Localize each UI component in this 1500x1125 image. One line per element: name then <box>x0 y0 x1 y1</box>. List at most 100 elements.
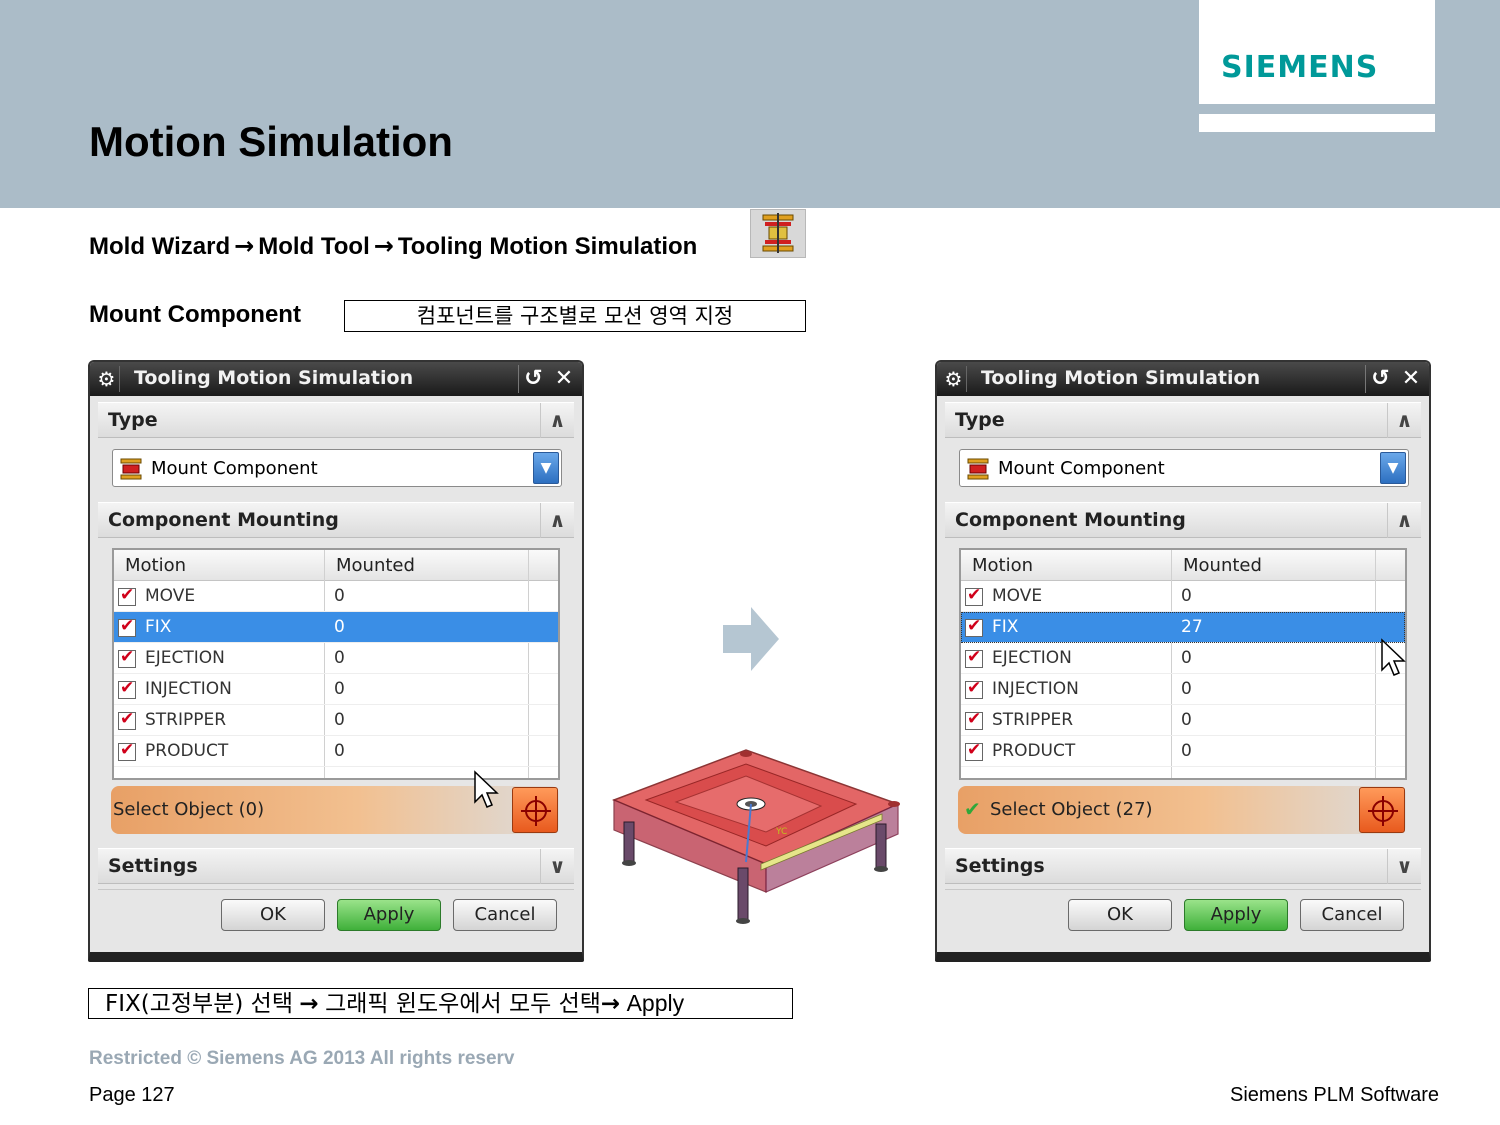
reset-icon[interactable]: ↺ <box>518 365 548 393</box>
table-row[interactable]: PRODUCT 0 <box>114 736 558 767</box>
mount-component-label: Mount Component <box>89 301 301 328</box>
cancel-button[interactable]: Cancel <box>1300 899 1404 931</box>
mount-component-note: 컴포넌트를 구조별로 모션 영역 지정 <box>344 300 806 332</box>
section-label: Type <box>108 409 158 431</box>
type-dropdown-value: Mount Component <box>998 458 1165 479</box>
mouse-cursor-icon <box>1381 638 1406 676</box>
checkbox[interactable] <box>965 585 983 606</box>
table-row[interactable]: MOVE 0 <box>114 581 558 612</box>
type-dropdown[interactable]: Mount Component ▼ <box>959 449 1409 487</box>
type-dropdown[interactable]: Mount Component ▼ <box>112 449 562 487</box>
row-motion: INJECTION <box>992 679 1079 699</box>
chevron-up-icon[interactable]: ∧ <box>1387 403 1421 438</box>
row-mounted: 0 <box>1181 679 1192 699</box>
chevron-up-icon[interactable]: ∧ <box>540 503 574 538</box>
apply-button[interactable]: Apply <box>337 899 441 931</box>
tooling-motion-icon[interactable] <box>750 209 806 258</box>
section-label: Settings <box>955 855 1045 877</box>
menu-item-tooling-motion: Tooling Motion Simulation <box>397 233 698 260</box>
checkbox[interactable] <box>118 585 136 606</box>
select-object-bar[interactable]: ✔ Select Object (27) <box>958 786 1406 834</box>
tooling-motion-dialog-before: ⚙ Tooling Motion Simulation ↺ ✕ Type ∧ M… <box>88 360 584 962</box>
menu-item-mold-wizard: Mold Wizard <box>89 233 231 260</box>
crosshair-select-button[interactable] <box>512 787 558 833</box>
table-row[interactable]: STRIPPER 0 <box>114 705 558 736</box>
footer-copyright: Restricted © Siemens AG 2013 All rights … <box>89 1048 515 1069</box>
row-motion: INJECTION <box>145 679 232 699</box>
menu-item-mold-tool: Mold Tool <box>258 233 370 260</box>
settings-section-header[interactable]: Settings ∨ <box>98 848 574 884</box>
table-row[interactable]: INJECTION 0 <box>961 674 1405 705</box>
ok-button[interactable]: OK <box>221 899 325 931</box>
instruction-step-1: FIX(고정부분) 선택 <box>105 991 293 1017</box>
checkbox[interactable] <box>965 709 983 730</box>
row-motion: PRODUCT <box>992 741 1076 761</box>
gear-icon[interactable]: ⚙ <box>941 366 967 392</box>
type-dropdown-value: Mount Component <box>151 458 318 479</box>
row-mounted: 0 <box>334 741 345 761</box>
dialog-title-bar: ⚙ Tooling Motion Simulation ↺ ✕ <box>90 362 582 396</box>
settings-section-header[interactable]: Settings ∨ <box>945 848 1421 884</box>
table-row[interactable]: EJECTION 0 <box>114 643 558 674</box>
instruction-box: FIX(고정부분) 선택 → 그래픽 윈도우에서 모두 선택→ Apply <box>88 988 793 1019</box>
arrow-separator: → <box>373 232 394 260</box>
column-motion[interactable]: Motion <box>972 555 1033 576</box>
table-row[interactable]: MOVE 0 <box>961 581 1405 612</box>
model-axis-label: YC <box>775 827 787 837</box>
chevron-up-icon[interactable]: ∧ <box>540 403 574 438</box>
select-object-label: Select Object (0) <box>113 799 265 820</box>
checkbox[interactable] <box>118 616 136 637</box>
type-section-header[interactable]: Type ∧ <box>945 402 1421 438</box>
ok-button[interactable]: OK <box>1068 899 1172 931</box>
cancel-button[interactable]: Cancel <box>453 899 557 931</box>
arrow-right-icon <box>723 607 779 671</box>
motion-table: Motion Mounted MOVE 0 FIX 27 EJECTION 0 INJ… <box>959 548 1407 780</box>
checkbox[interactable] <box>118 740 136 761</box>
column-mounted[interactable]: Mounted <box>336 555 415 576</box>
apply-button[interactable]: Apply <box>1184 899 1288 931</box>
chevron-down-icon[interactable]: ▼ <box>1380 452 1406 484</box>
crosshair-select-button[interactable] <box>1359 787 1405 833</box>
table-row[interactable]: FIX 27 <box>961 612 1405 643</box>
close-icon[interactable]: ✕ <box>550 365 578 393</box>
checkbox[interactable] <box>965 647 983 668</box>
type-section-header[interactable]: Type ∧ <box>98 402 574 438</box>
component-mounting-section-header[interactable]: Component Mounting ∧ <box>945 502 1421 538</box>
gear-icon[interactable]: ⚙ <box>94 366 120 392</box>
checkbox[interactable] <box>965 740 983 761</box>
chevron-down-icon[interactable]: ∨ <box>540 849 574 884</box>
row-motion: FIX <box>145 617 172 637</box>
table-header: Motion Mounted <box>961 550 1405 581</box>
motion-table: Motion Mounted MOVE 0 FIX 0 EJECTION 0 INJE… <box>112 548 560 780</box>
section-label: Component Mounting <box>955 509 1186 531</box>
column-motion[interactable]: Motion <box>125 555 186 576</box>
row-motion: PRODUCT <box>145 741 229 761</box>
checkbox[interactable] <box>118 709 136 730</box>
mount-component-icon <box>120 458 142 480</box>
chevron-down-icon[interactable]: ▼ <box>533 452 559 484</box>
chevron-down-icon[interactable]: ∨ <box>1387 849 1421 884</box>
row-motion: MOVE <box>145 586 196 606</box>
reset-icon[interactable]: ↺ <box>1365 365 1395 393</box>
table-row[interactable]: INJECTION 0 <box>114 674 558 705</box>
table-row[interactable]: FIX 0 <box>114 612 558 643</box>
row-mounted: 0 <box>1181 741 1192 761</box>
chevron-up-icon[interactable]: ∧ <box>1387 503 1421 538</box>
row-mounted: 0 <box>334 648 345 668</box>
table-row[interactable]: EJECTION 0 <box>961 643 1405 674</box>
row-motion: EJECTION <box>992 648 1072 668</box>
checkbox[interactable] <box>965 616 983 637</box>
table-row[interactable]: STRIPPER 0 <box>961 705 1405 736</box>
table-row[interactable]: PRODUCT 0 <box>961 736 1405 767</box>
checkbox[interactable] <box>965 678 983 699</box>
component-mounting-section-header[interactable]: Component Mounting ∧ <box>98 502 574 538</box>
menu-path: Mold Wizard → Mold Tool → Tooling Motion Sim… <box>89 232 697 261</box>
checkbox[interactable] <box>118 647 136 668</box>
mold-assembly-image: YC <box>611 749 901 924</box>
siemens-logo: SIEMENS <box>1221 50 1379 85</box>
checkbox[interactable] <box>118 678 136 699</box>
row-mounted: 0 <box>334 617 345 637</box>
close-icon[interactable]: ✕ <box>1397 365 1425 393</box>
section-label: Type <box>955 409 1005 431</box>
column-mounted[interactable]: Mounted <box>1183 555 1262 576</box>
